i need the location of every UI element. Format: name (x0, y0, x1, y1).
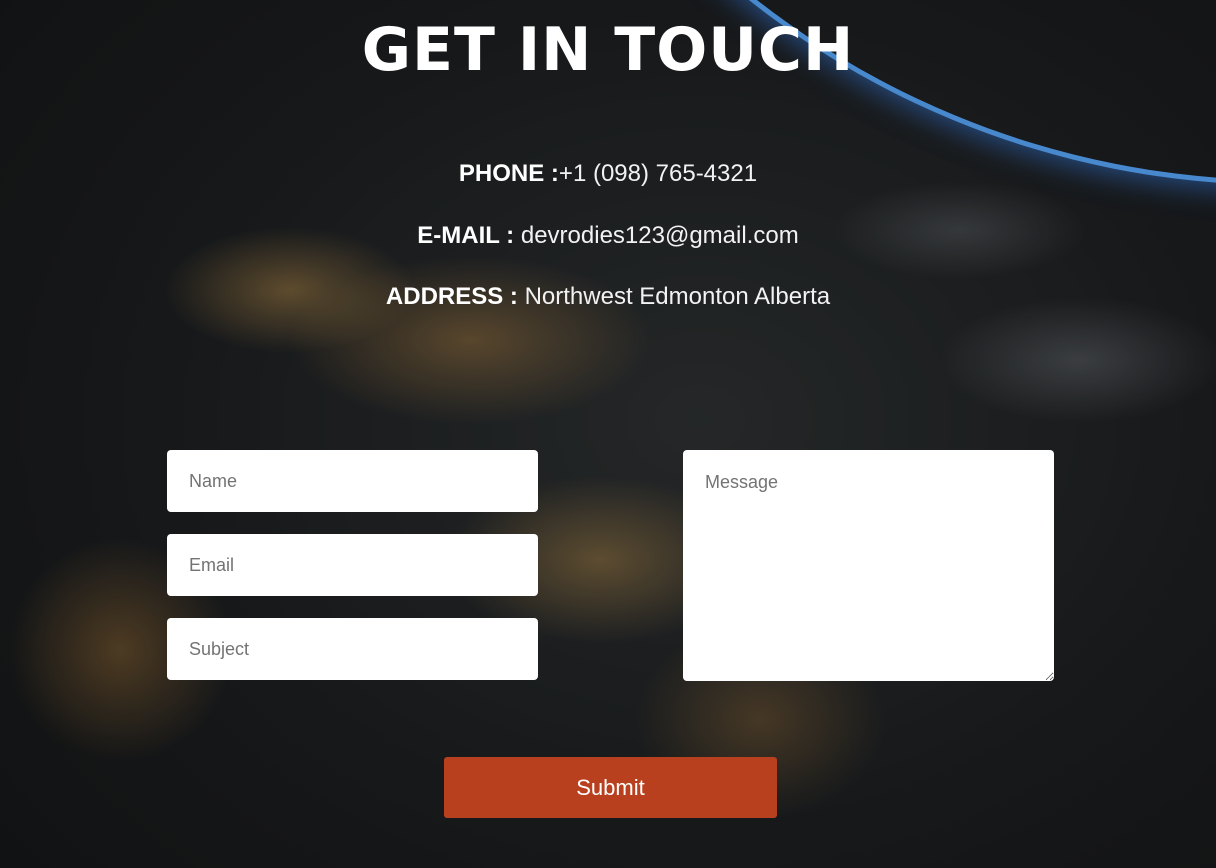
subject-input[interactable] (167, 618, 538, 680)
address-info: ADDRESS : Northwest Edmonton Alberta (0, 282, 1216, 312)
email-label: E-MAIL : (417, 222, 515, 249)
message-textarea[interactable] (683, 450, 1054, 681)
email-input[interactable] (167, 534, 538, 596)
contact-section: GET IN TOUCH PHONE :+1 (098) 765-4321 E-… (0, 0, 1216, 868)
address-value: Northwest Edmonton Alberta (517, 283, 831, 310)
page-title: GET IN TOUCH (361, 15, 855, 85)
email-info: E-MAIL : devrodies123@gmail.com (0, 221, 1216, 251)
address-label: ADDRESS : (385, 283, 518, 310)
phone-info: PHONE :+1 (098) 765-4321 (0, 159, 1216, 189)
email-value: devrodies123@gmail.com (514, 222, 799, 249)
phone-value: +1 (098) 765-4321 (558, 160, 758, 187)
submit-button[interactable]: Submit (444, 757, 777, 818)
phone-label: PHONE : (458, 160, 559, 187)
name-input[interactable] (167, 450, 538, 512)
